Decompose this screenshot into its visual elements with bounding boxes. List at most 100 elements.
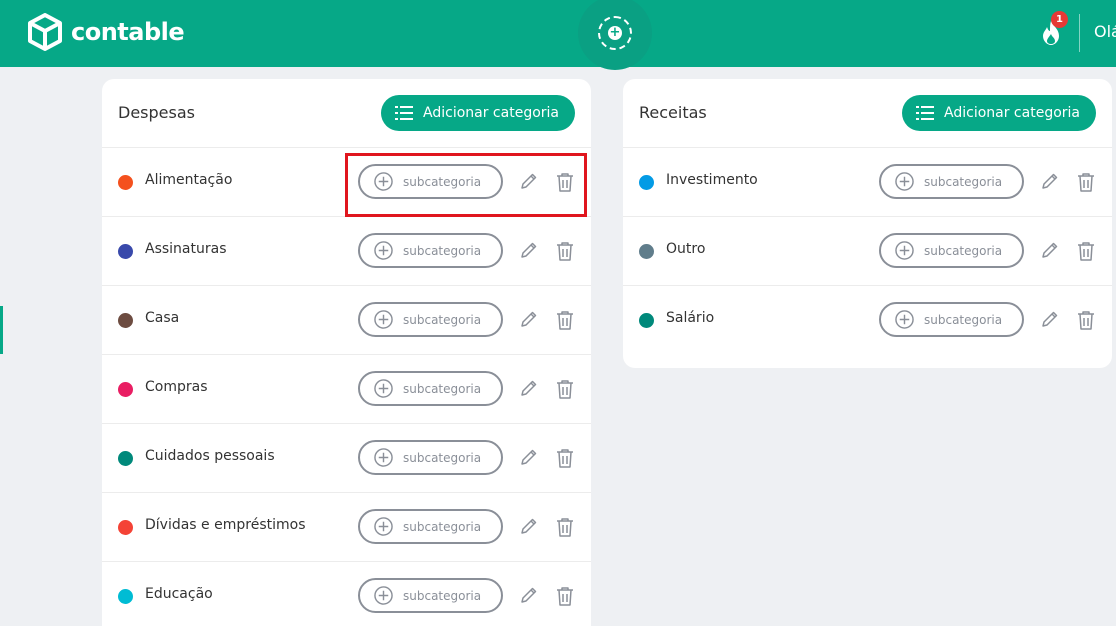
- category-row: Assinaturas subcategoria: [102, 217, 591, 286]
- category-color-dot: [639, 313, 654, 328]
- plus-circle-icon: [374, 241, 393, 260]
- add-subcategory-button[interactable]: subcategoria: [879, 233, 1024, 268]
- sidebar-active-indicator: [0, 306, 3, 354]
- plus-circle-icon: [374, 517, 393, 536]
- subcategory-label: subcategoria: [403, 174, 482, 189]
- category-name: Investimento: [666, 172, 758, 188]
- add-subcategory-button[interactable]: subcategoria: [879, 302, 1024, 337]
- pencil-icon[interactable]: [1041, 241, 1059, 259]
- subcategory-label: subcategoria: [924, 174, 1003, 189]
- category-row: Compras subcategoria: [102, 355, 591, 424]
- category-row: Alimentação subcategoria: [102, 148, 591, 217]
- trash-icon[interactable]: [556, 379, 574, 399]
- pencil-icon[interactable]: [520, 517, 538, 535]
- user-greeting[interactable]: Olá: [1094, 22, 1116, 41]
- trash-icon[interactable]: [556, 172, 574, 192]
- add-subcategory-button[interactable]: subcategoria: [358, 164, 503, 199]
- pencil-icon[interactable]: [520, 241, 538, 259]
- add-category-label: Adicionar categoria: [423, 105, 559, 121]
- trash-icon[interactable]: [556, 586, 574, 606]
- trash-icon[interactable]: [556, 241, 574, 261]
- trash-icon[interactable]: [1077, 241, 1095, 261]
- pencil-icon[interactable]: [1041, 172, 1059, 190]
- add-income-category-button[interactable]: Adicionar categoria: [902, 95, 1096, 131]
- category-color-dot: [639, 244, 654, 259]
- category-color-dot: [118, 313, 133, 328]
- pencil-icon[interactable]: [520, 586, 538, 604]
- add-subcategory-button[interactable]: subcategoria: [358, 578, 503, 613]
- category-color-dot: [118, 520, 133, 535]
- receitas-title: Receitas: [639, 103, 707, 122]
- category-name: Dívidas e empréstimos: [145, 517, 306, 533]
- add-subcategory-button[interactable]: subcategoria: [358, 371, 503, 406]
- pencil-icon[interactable]: [520, 310, 538, 328]
- category-color-dot: [118, 451, 133, 466]
- subcategory-label: subcategoria: [403, 588, 482, 603]
- category-name: Casa: [145, 310, 180, 326]
- plus-circle-icon: [895, 241, 914, 260]
- plus-circle-icon: [374, 448, 393, 467]
- category-name: Salário: [666, 310, 715, 326]
- subcategory-label: subcategoria: [403, 243, 482, 258]
- category-row: Educação subcategoria: [102, 562, 591, 626]
- plus-icon: +: [608, 25, 622, 40]
- trash-icon[interactable]: [1077, 310, 1095, 330]
- trash-icon[interactable]: [1077, 172, 1095, 192]
- divider: [1079, 14, 1080, 52]
- subcategory-label: subcategoria: [403, 381, 482, 396]
- receitas-card: Receitas Adicionar categoria Investiment…: [623, 79, 1112, 368]
- category-name: Outro: [666, 241, 706, 257]
- category-name: Compras: [145, 379, 208, 395]
- add-subcategory-button[interactable]: subcategoria: [358, 233, 503, 268]
- category-row: Investimento subcategoria: [623, 148, 1112, 217]
- despesas-card: Despesas Adicionar categoria Alimentação…: [102, 79, 591, 626]
- despesas-title: Despesas: [118, 103, 195, 122]
- pencil-icon[interactable]: [1041, 310, 1059, 328]
- category-color-dot: [118, 175, 133, 190]
- subcategory-label: subcategoria: [924, 312, 1003, 327]
- pencil-icon[interactable]: [520, 379, 538, 397]
- pencil-icon[interactable]: [520, 448, 538, 466]
- category-color-dot: [118, 244, 133, 259]
- category-row: Salário subcategoria: [623, 286, 1112, 355]
- plus-circle-icon: [895, 172, 914, 191]
- add-expense-category-button[interactable]: Adicionar categoria: [381, 95, 575, 131]
- plus-circle-icon: [374, 379, 393, 398]
- subcategory-label: subcategoria: [403, 519, 482, 534]
- category-name: Alimentação: [145, 172, 233, 188]
- despesas-list: Alimentação subcategoria Assinaturas sub…: [102, 148, 591, 626]
- list-icon: [395, 106, 414, 120]
- category-name: Educação: [145, 586, 213, 602]
- add-subcategory-button[interactable]: subcategoria: [358, 302, 503, 337]
- box-logo-icon: [28, 13, 62, 51]
- plus-circle-icon: [374, 586, 393, 605]
- trash-icon[interactable]: [556, 310, 574, 330]
- add-subcategory-button[interactable]: subcategoria: [358, 440, 503, 475]
- add-subcategory-button[interactable]: subcategoria: [879, 164, 1024, 199]
- plus-circle-icon: [374, 172, 393, 191]
- trash-icon[interactable]: [556, 517, 574, 537]
- receitas-list: Investimento subcategoria Outro subcateg…: [623, 148, 1112, 355]
- category-row: Casa subcategoria: [102, 286, 591, 355]
- category-row: Dívidas e empréstimos subcategoria: [102, 493, 591, 562]
- category-row: Cuidados pessoais subcategoria: [102, 424, 591, 493]
- brand-logo[interactable]: contable: [27, 13, 185, 51]
- category-name: Cuidados pessoais: [145, 448, 275, 464]
- subcategory-label: subcategoria: [924, 243, 1003, 258]
- quick-add-button[interactable]: +: [598, 16, 632, 50]
- add-subcategory-button[interactable]: subcategoria: [358, 509, 503, 544]
- quick-add-wrap: +: [578, 0, 652, 70]
- category-color-dot: [639, 175, 654, 190]
- top-bar: contable + 1 Olá: [0, 0, 1116, 70]
- pencil-icon[interactable]: [520, 172, 538, 190]
- plus-circle-icon: [374, 310, 393, 329]
- category-row: Outro subcategoria: [623, 217, 1112, 286]
- receitas-header: Receitas Adicionar categoria: [623, 79, 1112, 148]
- category-name: Assinaturas: [145, 241, 227, 257]
- category-color-dot: [118, 382, 133, 397]
- brand-name: contable: [71, 18, 185, 46]
- trash-icon[interactable]: [556, 448, 574, 468]
- despesas-header: Despesas Adicionar categoria: [102, 79, 591, 148]
- category-color-dot: [118, 589, 133, 604]
- subcategory-label: subcategoria: [403, 450, 482, 465]
